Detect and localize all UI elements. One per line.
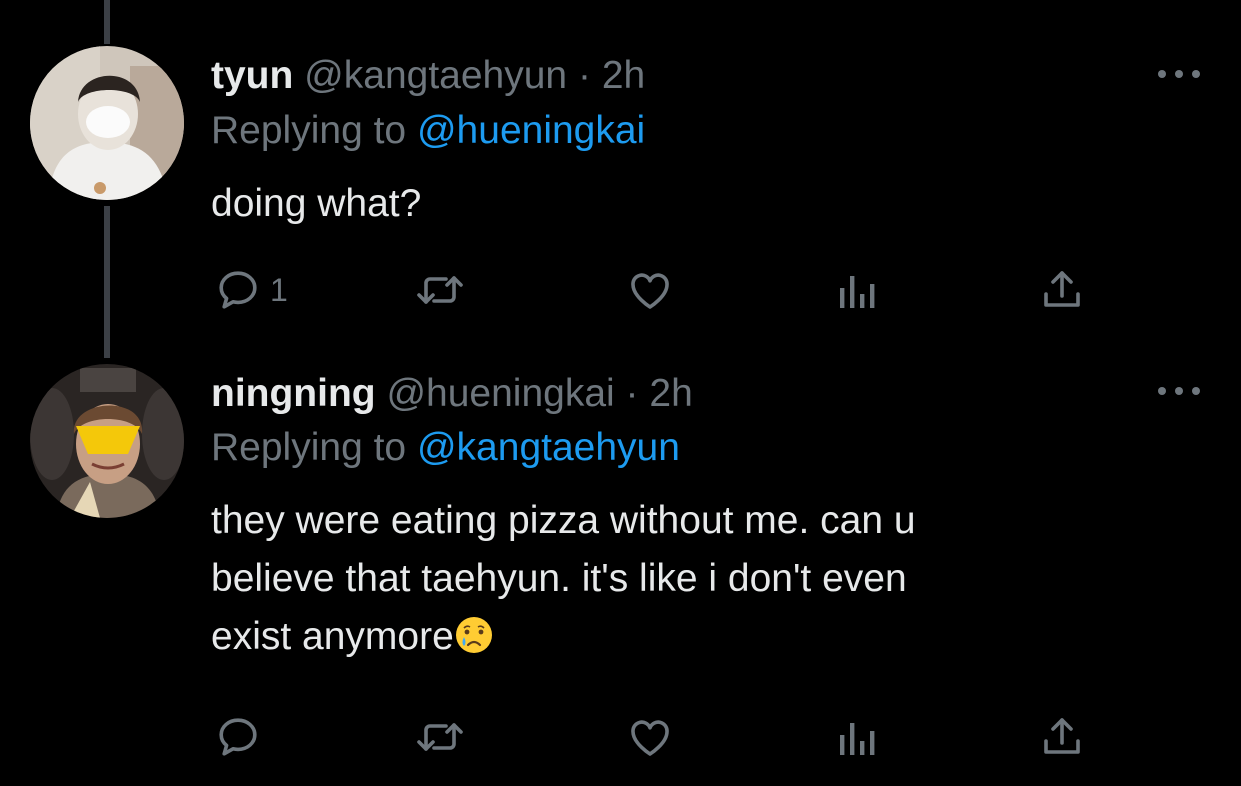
tweet-text-line: believe that taehyun. it's like i don't …: [211, 557, 907, 600]
display-name[interactable]: tyun: [211, 54, 293, 97]
replying-to-label: Replying to: [211, 109, 407, 152]
bar-chart-icon: [840, 723, 875, 755]
avatar[interactable]: [30, 364, 184, 518]
ellipsis-icon: [1158, 70, 1166, 78]
display-name[interactable]: ningning: [211, 372, 376, 415]
share-button[interactable]: [1038, 265, 1086, 315]
mention-link[interactable]: @kangtaehyun: [417, 426, 680, 469]
like-button[interactable]: [626, 712, 674, 762]
separator-dot: ·: [625, 372, 639, 415]
tweet-header: ningning @hueningkai · 2h: [211, 369, 693, 419]
retweet-button[interactable]: [414, 712, 466, 762]
tweet-text-line: they were eating pizza without me. can u: [211, 499, 916, 542]
mention-link[interactable]: @hueningkai: [417, 109, 645, 152]
avatar[interactable]: [30, 46, 184, 200]
tweet-text: they were eating pizza without me. can u…: [211, 492, 1171, 666]
tweet-text-line: exist anymore: [211, 615, 454, 658]
tweet-text-line-with-emoji: exist anymore: [211, 608, 1171, 666]
more-options-button[interactable]: [1158, 64, 1200, 84]
heart-icon: [631, 720, 669, 756]
speech-bubble-icon: [219, 718, 257, 756]
share-upload-icon: [1044, 271, 1080, 307]
thread-connector: [104, 206, 110, 358]
ellipsis-dot: [1175, 70, 1183, 78]
separator-dot: ·: [577, 54, 591, 97]
user-handle[interactable]: @hueningkai: [386, 372, 614, 415]
share-upload-icon: [1044, 718, 1080, 754]
tweet-text: doing what?: [211, 175, 1171, 233]
crying-face-emoji: [455, 617, 492, 653]
thread-connector-top: [104, 0, 110, 44]
reply-button[interactable]: [214, 712, 270, 762]
replying-to-label: Replying to: [211, 426, 407, 469]
reply-button[interactable]: 1: [214, 265, 288, 315]
more-options-button[interactable]: [1158, 381, 1200, 401]
speech-bubble-icon: [219, 271, 257, 309]
ellipsis-dot: [1175, 387, 1183, 395]
tweet-time[interactable]: 2h: [649, 372, 692, 415]
analytics-button[interactable]: [834, 265, 878, 315]
analytics-button[interactable]: [834, 712, 878, 762]
user-handle[interactable]: @kangtaehyun: [304, 54, 567, 97]
tweet-thread: tyun @kangtaehyun · 2h Replying to @huen…: [0, 0, 1241, 786]
bar-chart-icon: [840, 276, 875, 308]
retweet-arrows-icon: [417, 723, 463, 751]
avatar-image: [30, 364, 184, 518]
tweet-text-line: doing what?: [211, 182, 422, 225]
replying-to: Replying to @hueningkai: [211, 106, 645, 156]
avatar-image: [30, 46, 184, 200]
reply-count: 1: [270, 271, 288, 308]
retweet-button[interactable]: [414, 265, 466, 315]
tweet-time[interactable]: 2h: [602, 54, 645, 97]
ellipsis-icon: [1158, 387, 1166, 395]
replying-to: Replying to @kangtaehyun: [211, 423, 680, 473]
retweet-arrows-icon: [417, 276, 463, 304]
heart-icon: [631, 273, 669, 309]
like-button[interactable]: [626, 265, 674, 315]
ellipsis-dot: [1192, 70, 1200, 78]
ellipsis-dot: [1192, 387, 1200, 395]
tweet-header: tyun @kangtaehyun · 2h: [211, 51, 645, 101]
share-button[interactable]: [1038, 712, 1086, 762]
